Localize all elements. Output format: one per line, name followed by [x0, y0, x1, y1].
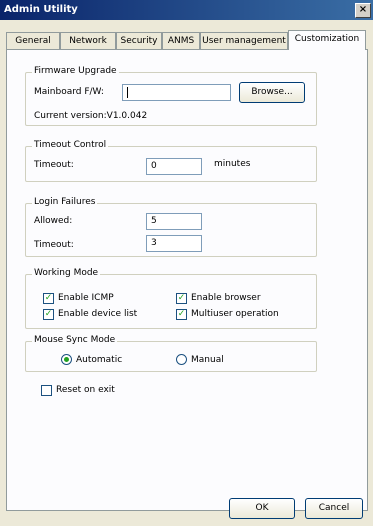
manual-radio[interactable] — [176, 354, 187, 365]
timeout-input[interactable]: 0 — [146, 158, 202, 175]
enable-device-list-label: Enable device list — [58, 309, 138, 319]
enable-icmp-label: Enable ICMP — [58, 293, 114, 303]
allowed-label: Allowed: — [34, 216, 73, 226]
tab-user-management[interactable]: User management — [200, 32, 288, 49]
mainboard-fw-label: Mainboard F/W: — [34, 87, 104, 97]
automatic-label: Automatic — [76, 355, 123, 365]
allowed-input[interactable]: 5 — [146, 213, 202, 230]
timeout-control-group: Timeout Control Timeout: 0 minutes — [25, 140, 317, 182]
multiuser-operation-checkbox[interactable]: ✓ — [176, 309, 187, 320]
tab-security[interactable]: Security — [116, 32, 162, 49]
title-bar[interactable]: Admin Utility × — [0, 0, 373, 20]
firmware-upgrade-title: Firmware Upgrade — [32, 66, 119, 76]
tab-anms[interactable]: ANMS — [162, 32, 200, 49]
current-version-text: Current version:V1.0.042 — [34, 111, 148, 121]
close-icon[interactable]: × — [355, 3, 371, 18]
enable-device-list-checkbox[interactable]: ✓ — [43, 309, 54, 320]
working-mode-title: Working Mode — [32, 268, 101, 278]
tab-customization[interactable]: Customization — [288, 30, 366, 50]
reset-on-exit-label: Reset on exit — [56, 385, 115, 395]
enable-icmp-checkbox[interactable]: ✓ — [43, 293, 54, 304]
timeout-unit-label: minutes — [214, 159, 251, 169]
mouse-sync-mode-title: Mouse Sync Mode — [32, 335, 118, 345]
manual-label: Manual — [191, 355, 224, 365]
enable-browser-label: Enable browser — [191, 293, 261, 303]
timeout-control-title: Timeout Control — [32, 140, 109, 150]
browse-button[interactable]: Browse... — [239, 82, 305, 103]
login-failures-group: Login Failures Allowed: 5 Timeout: 3 — [25, 197, 317, 257]
timeout-label: Timeout: — [34, 160, 74, 170]
tab-general[interactable]: General — [6, 32, 60, 49]
reset-on-exit-checkbox[interactable] — [41, 385, 52, 396]
enable-browser-checkbox[interactable]: ✓ — [176, 293, 187, 304]
admin-utility-window: Admin Utility × General Network Security… — [0, 0, 373, 526]
text-caret — [127, 87, 128, 98]
automatic-radio[interactable] — [61, 354, 72, 365]
tab-network[interactable]: Network — [60, 32, 116, 49]
mouse-sync-mode-group: Mouse Sync Mode Automatic Manual — [25, 335, 317, 372]
firmware-upgrade-group: Firmware Upgrade Mainboard F/W: Browse..… — [25, 66, 317, 126]
customization-panel: Firmware Upgrade Mainboard F/W: Browse..… — [6, 49, 368, 519]
multiuser-operation-label: Multiuser operation — [191, 309, 279, 319]
login-failures-title: Login Failures — [32, 197, 98, 207]
working-mode-group: Working Mode ✓ Enable ICMP ✓ Enable brow… — [25, 268, 317, 329]
radio-selected-dot — [64, 357, 69, 362]
window-title: Admin Utility — [4, 4, 78, 15]
login-timeout-input[interactable]: 3 — [146, 235, 202, 252]
cancel-button[interactable]: Cancel — [305, 498, 363, 519]
login-timeout-label: Timeout: — [34, 240, 74, 250]
mainboard-fw-input[interactable] — [122, 84, 231, 101]
ok-button[interactable]: OK — [229, 498, 295, 519]
